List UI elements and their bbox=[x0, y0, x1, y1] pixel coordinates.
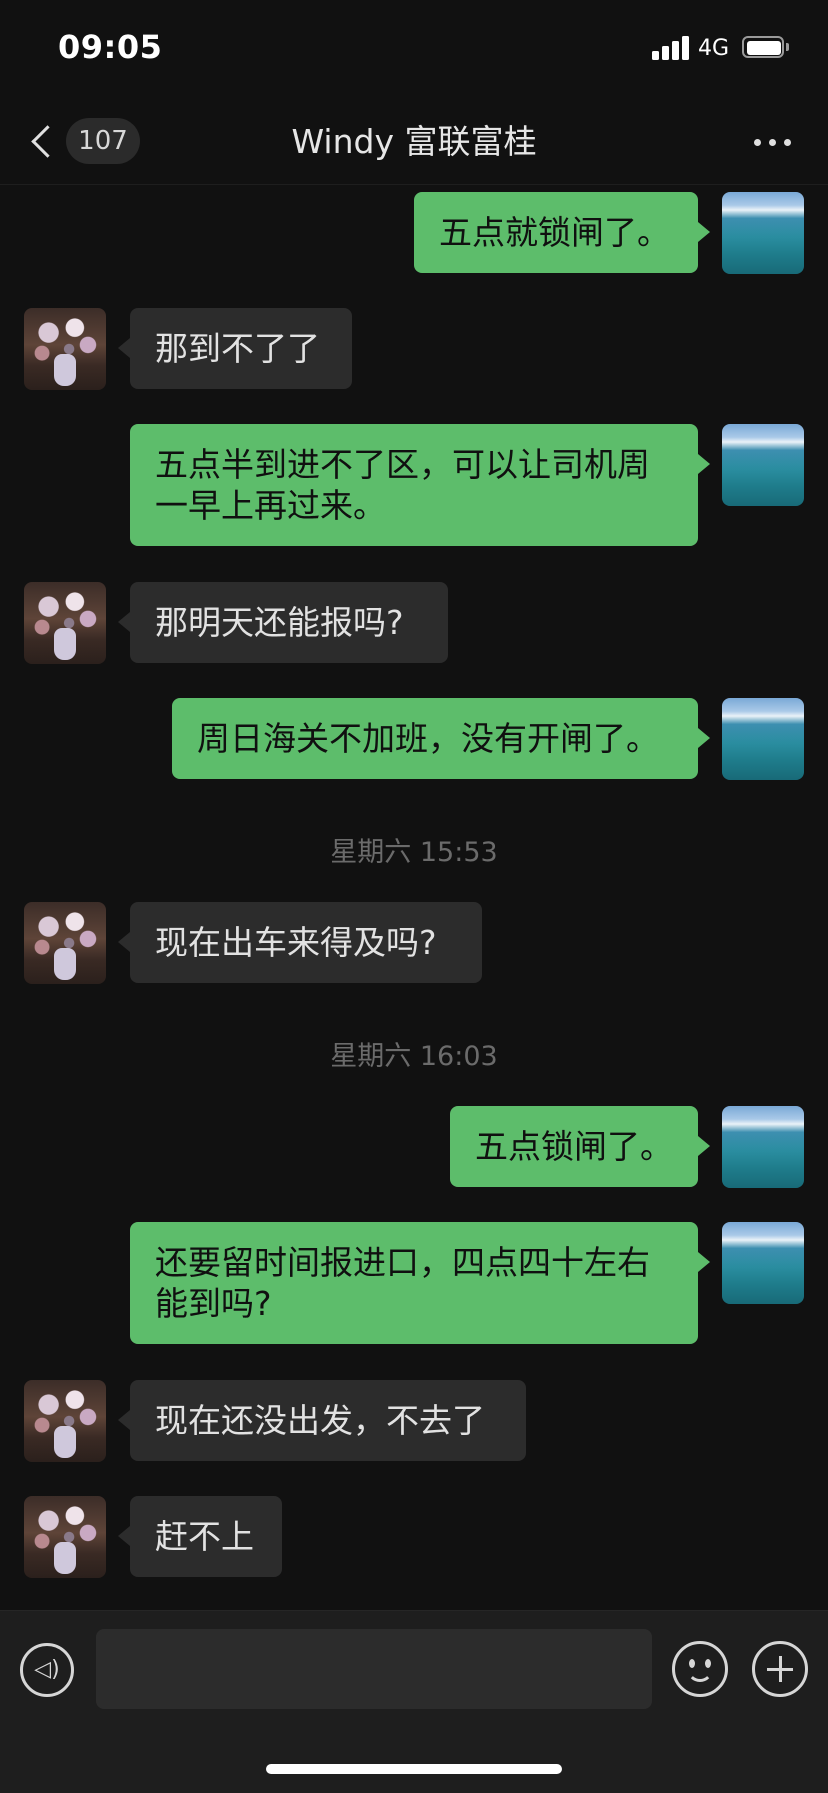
message-bubble-incoming[interactable]: 赶不上 bbox=[118, 1496, 282, 1577]
emoji-icon bbox=[689, 1659, 695, 1668]
message-bubble-incoming[interactable]: 现在出车来得及吗? bbox=[118, 902, 482, 983]
voice-icon: ◁) bbox=[34, 1657, 60, 1682]
battery-icon bbox=[742, 36, 790, 60]
chat-timestamp: 星期六 15:53 bbox=[330, 837, 498, 868]
message-bubble-outgoing[interactable]: 五点半到进不了区，可以让司机周一早上再过来。 bbox=[130, 424, 710, 546]
back-button[interactable] bbox=[28, 120, 64, 164]
unread-count-badge[interactable]: 107 bbox=[66, 118, 140, 164]
chat-header: 107 Windy 富联富桂 bbox=[0, 100, 828, 185]
message-bubble-incoming[interactable]: 那到不了了 bbox=[118, 308, 352, 389]
home-indicator[interactable] bbox=[266, 1764, 562, 1774]
back-chevron-icon bbox=[31, 125, 64, 158]
contact-avatar[interactable] bbox=[24, 1496, 106, 1578]
my-avatar[interactable] bbox=[722, 192, 804, 274]
contact-avatar[interactable] bbox=[24, 308, 106, 390]
status-time: 09:05 bbox=[58, 28, 163, 66]
more-dots-icon bbox=[754, 139, 761, 146]
chat-title: Windy 富联富桂 bbox=[291, 122, 537, 161]
message-bubble-outgoing[interactable]: 五点就锁闸了。 bbox=[414, 192, 710, 273]
more-functions-button[interactable] bbox=[752, 1641, 808, 1697]
message-text-input[interactable] bbox=[96, 1629, 652, 1709]
signal-strength-icon bbox=[652, 36, 690, 60]
network-type: 4G bbox=[698, 36, 730, 61]
my-avatar[interactable] bbox=[722, 1222, 804, 1304]
voice-input-button[interactable]: ◁) bbox=[20, 1643, 74, 1697]
contact-avatar[interactable] bbox=[24, 902, 106, 984]
status-bar: 09:05 4G bbox=[0, 0, 828, 100]
message-bubble-outgoing[interactable]: 五点锁闸了。 bbox=[450, 1106, 710, 1187]
my-avatar[interactable] bbox=[722, 698, 804, 780]
contact-avatar[interactable] bbox=[24, 1380, 106, 1462]
my-avatar[interactable] bbox=[722, 424, 804, 506]
my-avatar[interactable] bbox=[722, 1106, 804, 1188]
emoji-button[interactable] bbox=[672, 1641, 728, 1697]
more-options-button[interactable] bbox=[748, 122, 798, 162]
message-bubble-outgoing[interactable]: 还要留时间报进口，四点四十左右能到吗? bbox=[130, 1222, 710, 1344]
message-bubble-incoming[interactable]: 那明天还能报吗? bbox=[118, 582, 448, 663]
message-bubble-outgoing[interactable]: 周日海关不加班，没有开闸了。 bbox=[172, 698, 710, 779]
contact-avatar[interactable] bbox=[24, 582, 106, 664]
chat-timestamp: 星期六 16:03 bbox=[330, 1041, 498, 1072]
message-bubble-incoming[interactable]: 现在还没出发，不去了 bbox=[118, 1380, 526, 1461]
